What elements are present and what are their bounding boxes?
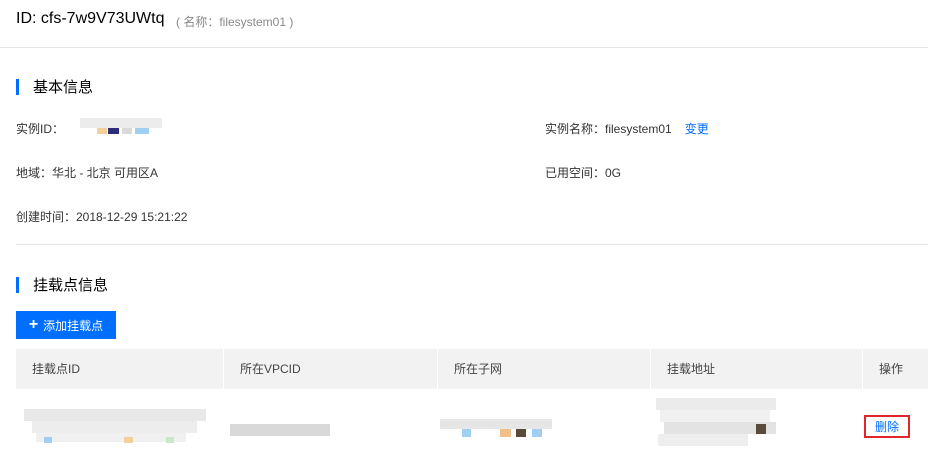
instance-name-value: 实例名称：filesystem01: [545, 122, 672, 136]
basic-info-title: 基本信息: [33, 79, 94, 96]
instance-name-subtitle: ( 名称：filesystem01 ): [176, 15, 294, 29]
mount-points-section-header: 挂载点信息: [16, 274, 108, 295]
section-marker: [16, 78, 19, 95]
column-header-mount-address: 挂载地址: [650, 349, 862, 389]
add-mount-point-label: 添加挂载点: [43, 318, 104, 333]
redacted-mount-id: [24, 409, 206, 445]
page-title: ID: cfs-7w9V73UWtq: [16, 10, 165, 27]
plus-icon: +: [28, 316, 39, 333]
delete-link[interactable]: 删除: [875, 418, 899, 435]
redacted-subnet: [440, 419, 552, 439]
created-time-field: 创建时间：2018-12-29 15:21:22: [16, 210, 188, 224]
redacted-mount-address: [656, 398, 776, 450]
rename-link[interactable]: 变更: [685, 122, 709, 136]
column-header-actions: 操作: [862, 349, 928, 389]
column-header-vpc-id: 所在VPCID: [223, 349, 437, 389]
add-mount-point-button[interactable]: + 添加挂载点: [16, 311, 116, 339]
redacted-instance-id: [80, 118, 162, 136]
title-bar: ID: cfs-7w9V73UWtq ( 名称：filesystem01 ): [0, 0, 928, 48]
section-divider: [16, 244, 928, 245]
mount-points-table-header: 挂载点ID 所在VPCID 所在子网 挂载地址 操作: [16, 349, 928, 389]
used-space-field: 已用空间：0G: [545, 166, 622, 180]
column-header-subnet: 所在子网: [437, 349, 650, 389]
basic-info-section-header: 基本信息: [16, 76, 93, 97]
region-field: 地域：华北 - 北京 可用区A: [16, 166, 159, 180]
redacted-vpc-id: [230, 424, 330, 436]
instance-id-label: 实例ID：: [16, 122, 65, 136]
delete-highlight: 删除: [864, 415, 910, 438]
section-marker: [16, 276, 19, 293]
mount-points-title: 挂载点信息: [33, 277, 109, 294]
column-header-mount-id: 挂载点ID: [32, 362, 81, 376]
instance-name-field: 实例名称：filesystem01 变更: [545, 120, 709, 137]
